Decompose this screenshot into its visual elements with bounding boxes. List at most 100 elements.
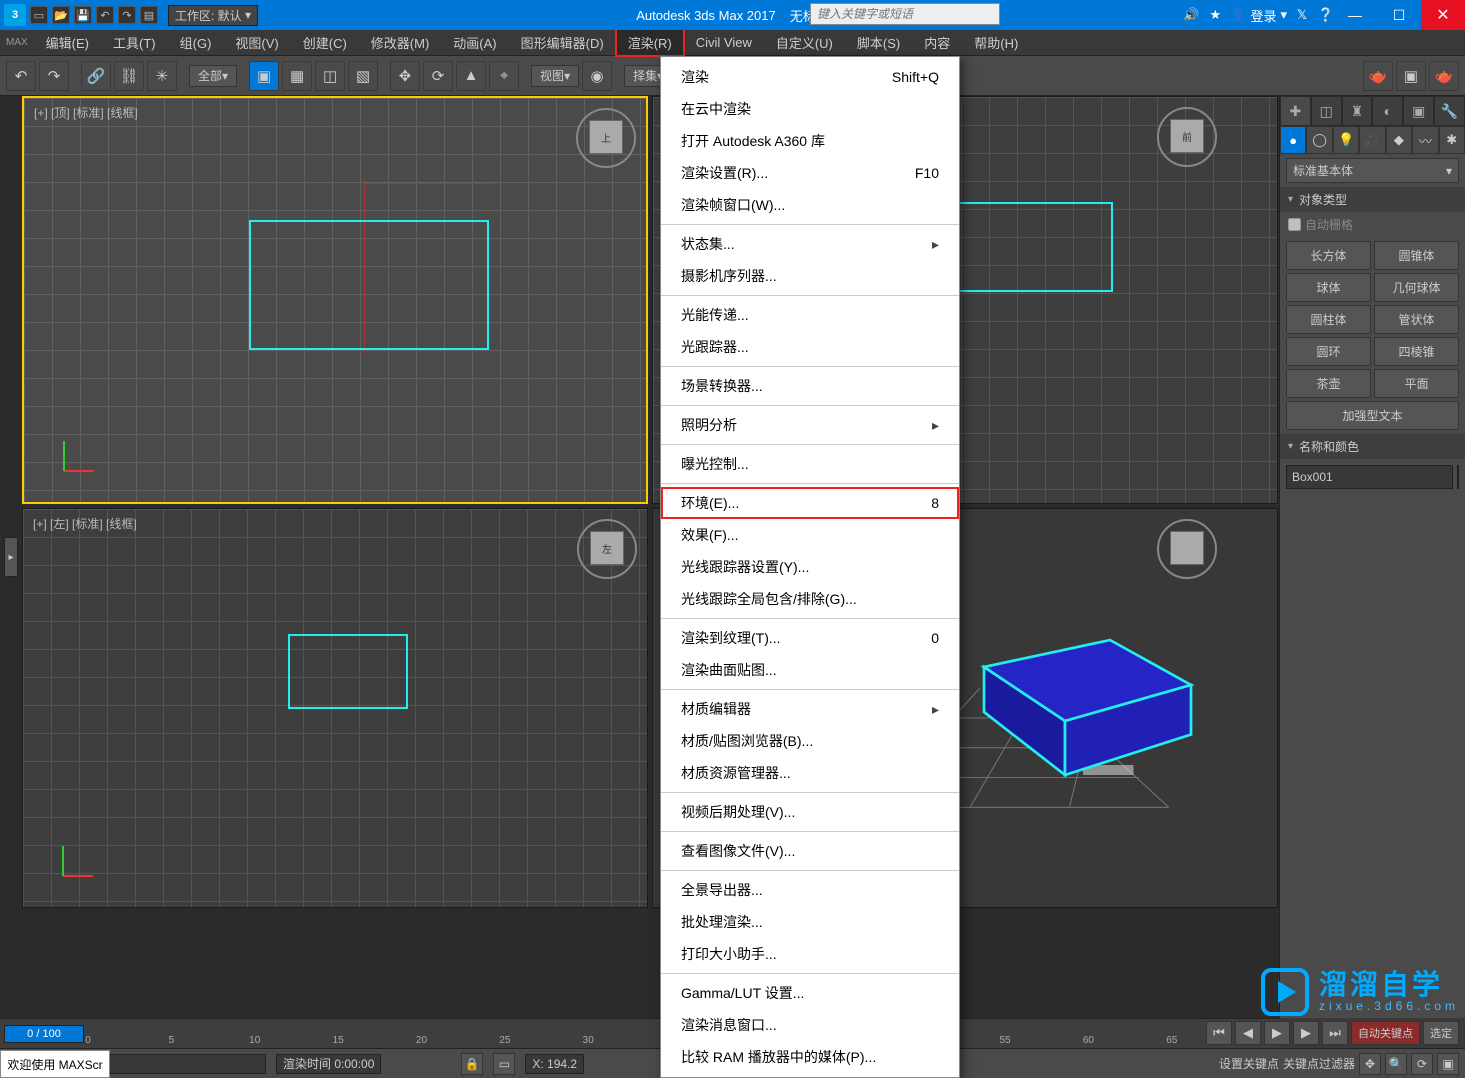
render-menu-item[interactable]: 渲染到纹理(T)...0 xyxy=(661,622,959,654)
render-menu-item[interactable]: 状态集... xyxy=(661,228,959,260)
render-menu-item[interactable]: 渲染曲面贴图... xyxy=(661,654,959,686)
app-logo-icon[interactable]: 3 xyxy=(4,4,26,26)
nav-maximize-icon[interactable]: ▣ xyxy=(1437,1053,1459,1075)
render-menu-item[interactable]: 批处理渲染... xyxy=(661,906,959,938)
render-menu-item[interactable]: 渲染Shift+Q xyxy=(661,61,959,93)
viewcube-persp[interactable] xyxy=(1157,519,1217,579)
pivot-icon[interactable]: ◉ xyxy=(582,61,612,91)
spacewarps-icon[interactable]: 〰 xyxy=(1412,126,1438,154)
selection-filter-dropdown[interactable]: 全部 ▾ xyxy=(189,65,237,87)
menu-modifiers[interactable]: 修改器(M) xyxy=(359,29,442,56)
btn-box[interactable]: 长方体 xyxy=(1286,241,1371,270)
viewport-layout-handle[interactable]: ▸ xyxy=(4,537,18,577)
menu-edit[interactable]: 编辑(E) xyxy=(34,29,101,56)
select-icon[interactable]: ▣ xyxy=(249,61,279,91)
wireframe-box-top[interactable] xyxy=(249,220,489,350)
search-box[interactable] xyxy=(810,3,1000,25)
menu-civil-view[interactable]: Civil View xyxy=(684,31,764,54)
render-menu-item[interactable]: 材质资源管理器... xyxy=(661,757,959,789)
btn-cylinder[interactable]: 圆柱体 xyxy=(1286,305,1371,334)
undo-icon[interactable]: ↶ xyxy=(96,6,114,24)
render-menu-item[interactable]: 光能传递... xyxy=(661,299,959,331)
menu-help[interactable]: 帮助(H) xyxy=(962,29,1030,56)
viewport-top[interactable]: [+] [顶] [标准] [线框] 上 xyxy=(22,96,648,504)
render-menu-item[interactable]: 打印大小助手... xyxy=(661,938,959,970)
menu-tools[interactable]: 工具(T) xyxy=(101,29,168,56)
render-menu-item[interactable]: Gamma/LUT 设置... xyxy=(661,977,959,1009)
tab-create-icon[interactable]: ✚ xyxy=(1280,96,1311,126)
render-menu-item[interactable]: 全景导出器... xyxy=(661,874,959,906)
viewport-left-label[interactable]: [+] [左] [标准] [线框] xyxy=(33,515,137,532)
render-menu-item[interactable]: 视频后期处理(V)... xyxy=(661,796,959,828)
redo-tool-icon[interactable]: ↷ xyxy=(39,61,69,91)
prev-frame-icon[interactable]: ◀ xyxy=(1235,1021,1261,1045)
nav-zoom-icon[interactable]: 🔍 xyxy=(1385,1053,1407,1075)
maximize-button[interactable]: ☐ xyxy=(1377,0,1421,30)
btn-tube[interactable]: 管状体 xyxy=(1374,305,1459,334)
systems-icon[interactable]: ✱ xyxy=(1439,126,1465,154)
placement-icon[interactable]: ⌖ xyxy=(489,61,519,91)
render-menu-item[interactable]: 场景转换器... xyxy=(661,370,959,402)
nav-pan-icon[interactable]: ✥ xyxy=(1359,1053,1381,1075)
viewcube-front[interactable]: 前 xyxy=(1157,107,1217,167)
helpers-icon[interactable]: ◆ xyxy=(1386,126,1412,154)
menu-graph-editors[interactable]: 图形编辑器(D) xyxy=(509,29,616,56)
new-icon[interactable]: ▭ xyxy=(30,6,48,24)
render-menu-item[interactable]: 查看图像文件(V)... xyxy=(661,835,959,867)
tab-display-icon[interactable]: ▣ xyxy=(1403,96,1434,126)
goto-start-icon[interactable]: ⏮ xyxy=(1206,1021,1232,1045)
goto-end-icon[interactable]: ⏭ xyxy=(1322,1021,1348,1045)
menu-views[interactable]: 视图(V) xyxy=(223,29,290,56)
move-icon[interactable]: ✥ xyxy=(390,61,420,91)
coord-readout[interactable]: X: 194.2 xyxy=(525,1054,584,1074)
absolute-mode-icon[interactable]: ▭ xyxy=(493,1053,515,1075)
play-icon[interactable]: ▶ xyxy=(1264,1021,1290,1045)
lights-icon[interactable]: 💡 xyxy=(1333,126,1359,154)
tab-motion-icon[interactable]: ◐ xyxy=(1372,96,1403,126)
rect-select-icon[interactable]: ◫ xyxy=(315,61,345,91)
primitive-type-dropdown[interactable]: 标准基本体▾ xyxy=(1286,158,1459,183)
viewport-top-label[interactable]: [+] [顶] [标准] [线框] xyxy=(34,104,138,121)
wireframe-box-left[interactable] xyxy=(288,634,408,709)
search-input[interactable] xyxy=(810,3,1000,25)
object-name-input[interactable] xyxy=(1286,465,1453,489)
render-menu-item[interactable]: 环境(E)...8 xyxy=(661,487,959,519)
btn-plane[interactable]: 平面 xyxy=(1374,369,1459,398)
render-menu-item[interactable]: 摄影机序列器... xyxy=(661,260,959,292)
menu-rendering[interactable]: 渲染(R) xyxy=(616,29,684,56)
btn-geosphere[interactable]: 几何球体 xyxy=(1374,273,1459,302)
render-menu-dropdown[interactable]: 渲染Shift+Q在云中渲染打开 Autodesk A360 库渲染设置(R).… xyxy=(660,56,960,1078)
menu-content[interactable]: 内容 xyxy=(912,29,962,56)
viewport-left[interactable]: [+] [左] [标准] [线框] 左 xyxy=(22,508,648,908)
time-slider[interactable]: 0 / 100 05101520253035404550556065 xyxy=(0,1018,1279,1048)
render-menu-item[interactable]: 光线跟踪全局包含/排除(G)... xyxy=(661,583,959,615)
window-crossing-icon[interactable]: ▧ xyxy=(348,61,378,91)
set-key-button[interactable]: 设置关键点 xyxy=(1219,1055,1279,1072)
render-setup-icon[interactable]: 🫖 xyxy=(1363,61,1393,91)
menu-group[interactable]: 组(G) xyxy=(168,29,224,56)
select-name-icon[interactable]: ▦ xyxy=(282,61,312,91)
render-menu-item[interactable]: 材质/贴图浏览器(B)... xyxy=(661,725,959,757)
shapes-icon[interactable]: ◯ xyxy=(1306,126,1332,154)
save-icon[interactable]: 💾 xyxy=(74,6,92,24)
btn-torus[interactable]: 圆环 xyxy=(1286,337,1371,366)
ref-coord-dropdown[interactable]: 视图 ▾ xyxy=(531,65,579,87)
btn-teapot[interactable]: 茶壶 xyxy=(1286,369,1371,398)
btn-textplus[interactable]: 加强型文本 xyxy=(1286,401,1459,430)
workspace-dropdown[interactable]: 工作区: 默认 ▾ xyxy=(168,5,258,26)
tab-utilities-icon[interactable]: 🔧 xyxy=(1434,96,1465,126)
render-menu-item[interactable]: 效果(F)... xyxy=(661,519,959,551)
scale-icon[interactable]: ▲ xyxy=(456,61,486,91)
speaker-icon[interactable]: 🔊 xyxy=(1182,6,1200,24)
menu-scripting[interactable]: 脚本(S) xyxy=(845,29,912,56)
unlink-icon[interactable]: ⛓ xyxy=(114,61,144,91)
link-icon[interactable]: 🔗 xyxy=(81,61,111,91)
menu-customize[interactable]: 自定义(U) xyxy=(764,29,845,56)
viewcube-top[interactable]: 上 xyxy=(576,108,636,168)
time-slider-thumb[interactable]: 0 / 100 xyxy=(4,1025,84,1043)
undo-tool-icon[interactable]: ↶ xyxy=(6,61,36,91)
redo-icon[interactable]: ↷ xyxy=(118,6,136,24)
project-icon[interactable]: ▤ xyxy=(140,6,158,24)
render-icon[interactable]: 🫖 xyxy=(1429,61,1459,91)
menu-create[interactable]: 创建(C) xyxy=(291,29,359,56)
